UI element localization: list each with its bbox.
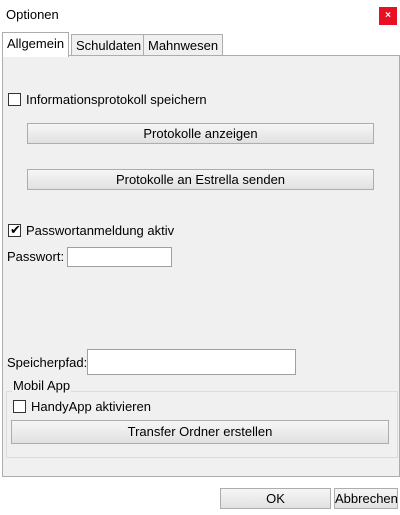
info-protocol-label: Informationsprotokoll speichern xyxy=(26,92,207,107)
handy-app-checkbox[interactable] xyxy=(13,400,26,413)
tab-strip: Allgemein Schuldaten Mahnwesen xyxy=(0,32,400,57)
tab-schuldaten[interactable]: Schuldaten xyxy=(71,34,147,56)
close-icon: × xyxy=(385,10,391,21)
dialog-footer: OK Abbrechen xyxy=(0,477,400,515)
transfer-folder-button[interactable]: Transfer Ordner erstellen xyxy=(11,420,389,444)
ok-button[interactable]: OK xyxy=(220,488,331,509)
password-login-label: Passwortanmeldung aktiv xyxy=(26,223,175,238)
handy-app-label: HandyApp aktivieren xyxy=(31,399,151,414)
cancel-button[interactable]: Abbrechen xyxy=(334,488,398,509)
title-bar: Optionen × xyxy=(0,0,400,32)
window-title: Optionen xyxy=(6,7,59,22)
send-protocols-button[interactable]: Protokolle an Estrella senden xyxy=(27,169,374,190)
tab-allgemein[interactable]: Allgemein xyxy=(2,32,70,57)
show-protocols-button[interactable]: Protokolle anzeigen xyxy=(27,123,374,144)
password-field[interactable] xyxy=(67,247,172,267)
close-button[interactable]: × xyxy=(379,7,397,25)
tab-label: Allgemein xyxy=(7,36,65,51)
tab-label: Mahnwesen xyxy=(148,38,219,53)
tab-label: Schuldaten xyxy=(76,38,142,53)
storage-path-field[interactable] xyxy=(87,349,296,375)
checkmark-icon: ✔ xyxy=(10,222,21,237)
password-label: Passwort: xyxy=(7,249,65,264)
info-protocol-checkbox[interactable] xyxy=(8,93,21,106)
storage-path-label: Speicherpfad: xyxy=(7,355,88,370)
password-login-checkbox[interactable]: ✔ xyxy=(8,222,21,237)
mobile-app-group-title: Mobil App xyxy=(12,378,72,393)
tab-mahnwesen[interactable]: Mahnwesen xyxy=(143,34,224,56)
